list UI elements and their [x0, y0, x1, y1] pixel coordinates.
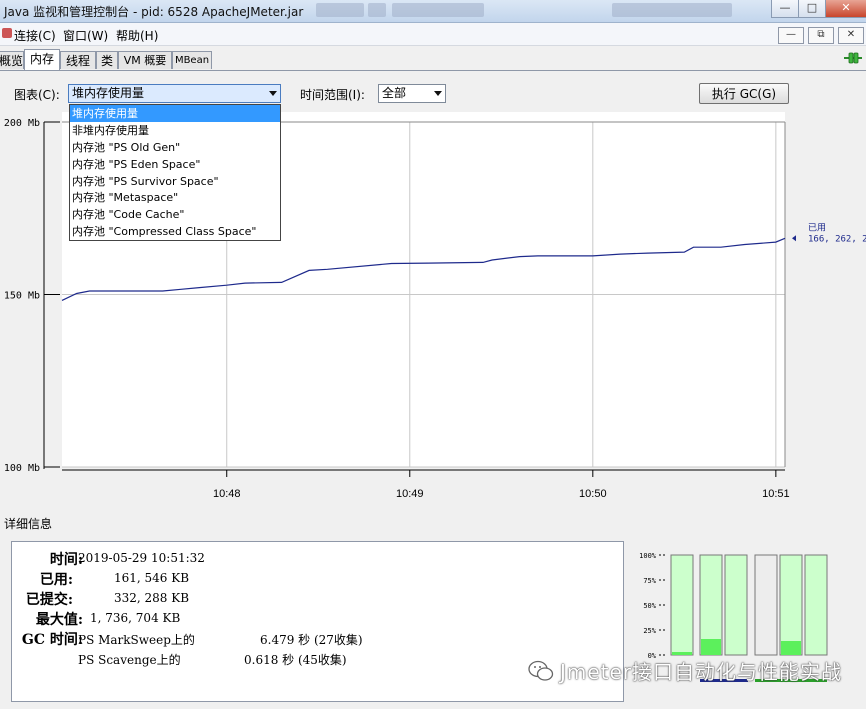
tab-mbean[interactable]: MBean	[172, 51, 212, 69]
chart-selector-label: 图表(C):	[14, 88, 60, 102]
menu-bar: 连接(C) 窗口(W) 帮助(H)	[0, 23, 866, 46]
menu-window[interactable]: 窗口(W)	[63, 27, 108, 44]
window-title-bar[interactable]: Java 监视和管理控制台 - pid: 6528 ApacheJMeter.j…	[0, 0, 866, 23]
chart-selector-combo[interactable]: 堆内存使用量	[68, 84, 281, 103]
inner-minimize-button[interactable]: —	[778, 27, 804, 44]
pool-bar-fill	[701, 639, 721, 655]
dropdown-option[interactable]: 内存池 "PS Survivor Space"	[70, 173, 280, 190]
wechat-icon	[528, 660, 554, 681]
dropdown-option[interactable]: 内存池 "PS Eden Space"	[70, 156, 280, 173]
menu-connection[interactable]: 连接(C)	[14, 27, 56, 44]
window-title: Java 监视和管理控制台 - pid: 6528 ApacheJMeter.j…	[4, 5, 304, 19]
close-button[interactable]: ✕	[825, 0, 866, 18]
tab-memory[interactable]: 内存	[24, 49, 60, 70]
legend-marker	[792, 235, 796, 242]
gc-time-label: GC 时间:	[21, 632, 83, 648]
y-tick-label: 200 Mb	[4, 118, 40, 129]
inner-restore-button[interactable]: ⧉	[808, 27, 834, 44]
pool-bar	[779, 554, 803, 656]
used-value: 161, 546 KB	[114, 571, 190, 585]
details-header: 详细信息	[4, 517, 53, 531]
dropdown-option[interactable]: 堆内存使用量	[70, 105, 280, 122]
inner-close-button[interactable]: ✕	[838, 27, 864, 44]
connection-status-icon	[844, 52, 862, 64]
tab-classes[interactable]: 类	[96, 51, 118, 69]
y-tick-label: 150 Mb	[4, 291, 40, 302]
time-range-label: 时间范围(I):	[300, 88, 365, 102]
chevron-down-icon	[434, 91, 442, 96]
time-value: 2019-05-29 10:51:32	[78, 551, 205, 565]
x-tick-label: 10:50	[579, 488, 607, 500]
tab-bar: 概览 内存 线程 类 VM 概要 MBean	[0, 49, 866, 71]
pool-axis-label: 25%	[643, 627, 656, 635]
chevron-down-icon	[269, 91, 277, 96]
perform-gc-button[interactable]: 执行 GC(G)	[699, 83, 789, 104]
chart-selector-value: 堆内存使用量	[72, 86, 145, 100]
legend-value: 166, 262, 240	[808, 234, 866, 244]
tab-overview[interactable]: 概览	[0, 51, 24, 69]
x-tick-label: 10:48	[213, 488, 241, 500]
blurred-region	[392, 3, 484, 17]
y-tick-label: 100 Mb	[4, 463, 40, 474]
dropdown-option[interactable]: 内存池 "Compressed Class Space"	[70, 223, 280, 240]
x-tick-label: 10:49	[396, 488, 424, 500]
gc-row-value: 0.618 秒 (45收集)	[244, 653, 347, 667]
blurred-region	[316, 3, 364, 17]
pool-bar-fill	[672, 652, 692, 655]
dropdown-option[interactable]: 非堆内存使用量	[70, 122, 280, 139]
blurred-region	[368, 3, 386, 17]
tab-threads[interactable]: 线程	[60, 51, 96, 69]
legend-label: 已用	[808, 222, 826, 233]
pool-axis-label: 100%	[639, 552, 657, 560]
time-range-value: 全部	[382, 86, 407, 100]
app-menu-icon[interactable]	[2, 28, 12, 38]
gc-row-name: PS Scavenge上的	[78, 653, 181, 667]
tab-vm-summary[interactable]: VM 概要	[118, 51, 172, 69]
minimize-button[interactable]: —	[771, 0, 799, 18]
dropdown-option[interactable]: 内存池 "PS Old Gen"	[70, 139, 280, 156]
blurred-region	[612, 3, 732, 17]
watermark-text: Jmeter接口自动化与性能实战	[560, 660, 843, 684]
gc-row-value: 6.479 秒 (27收集)	[260, 633, 363, 647]
menu-help[interactable]: 帮助(H)	[116, 27, 158, 44]
pool-bar	[670, 554, 694, 656]
maximize-button[interactable]: □	[798, 0, 826, 18]
dropdown-option[interactable]: 内存池 "Metaspace"	[70, 189, 280, 206]
pool-axis-label: 75%	[643, 577, 656, 585]
dropdown-option[interactable]: 内存池 "Code Cache"	[70, 206, 280, 223]
chart-selector-dropdown[interactable]: 堆内存使用量 非堆内存使用量 内存池 "PS Old Gen" 内存池 "PS Ede…	[69, 104, 281, 241]
pool-bar-fill	[781, 641, 801, 655]
pool-bar	[804, 554, 828, 656]
pool-bar	[754, 554, 778, 656]
committed-label: 已提交:	[25, 592, 73, 608]
committed-value: 332, 288 KB	[114, 591, 190, 605]
x-tick-label: 10:51	[762, 488, 790, 500]
max-value: 1, 736, 704 KB	[90, 611, 181, 625]
time-range-combo[interactable]: 全部	[378, 84, 446, 103]
gc-row-name: PS MarkSweep上的	[78, 633, 195, 647]
pool-bar	[724, 554, 748, 656]
pool-axis-label: 50%	[643, 602, 656, 610]
max-label: 最大值:	[35, 612, 83, 628]
used-label: 已用:	[39, 572, 73, 588]
